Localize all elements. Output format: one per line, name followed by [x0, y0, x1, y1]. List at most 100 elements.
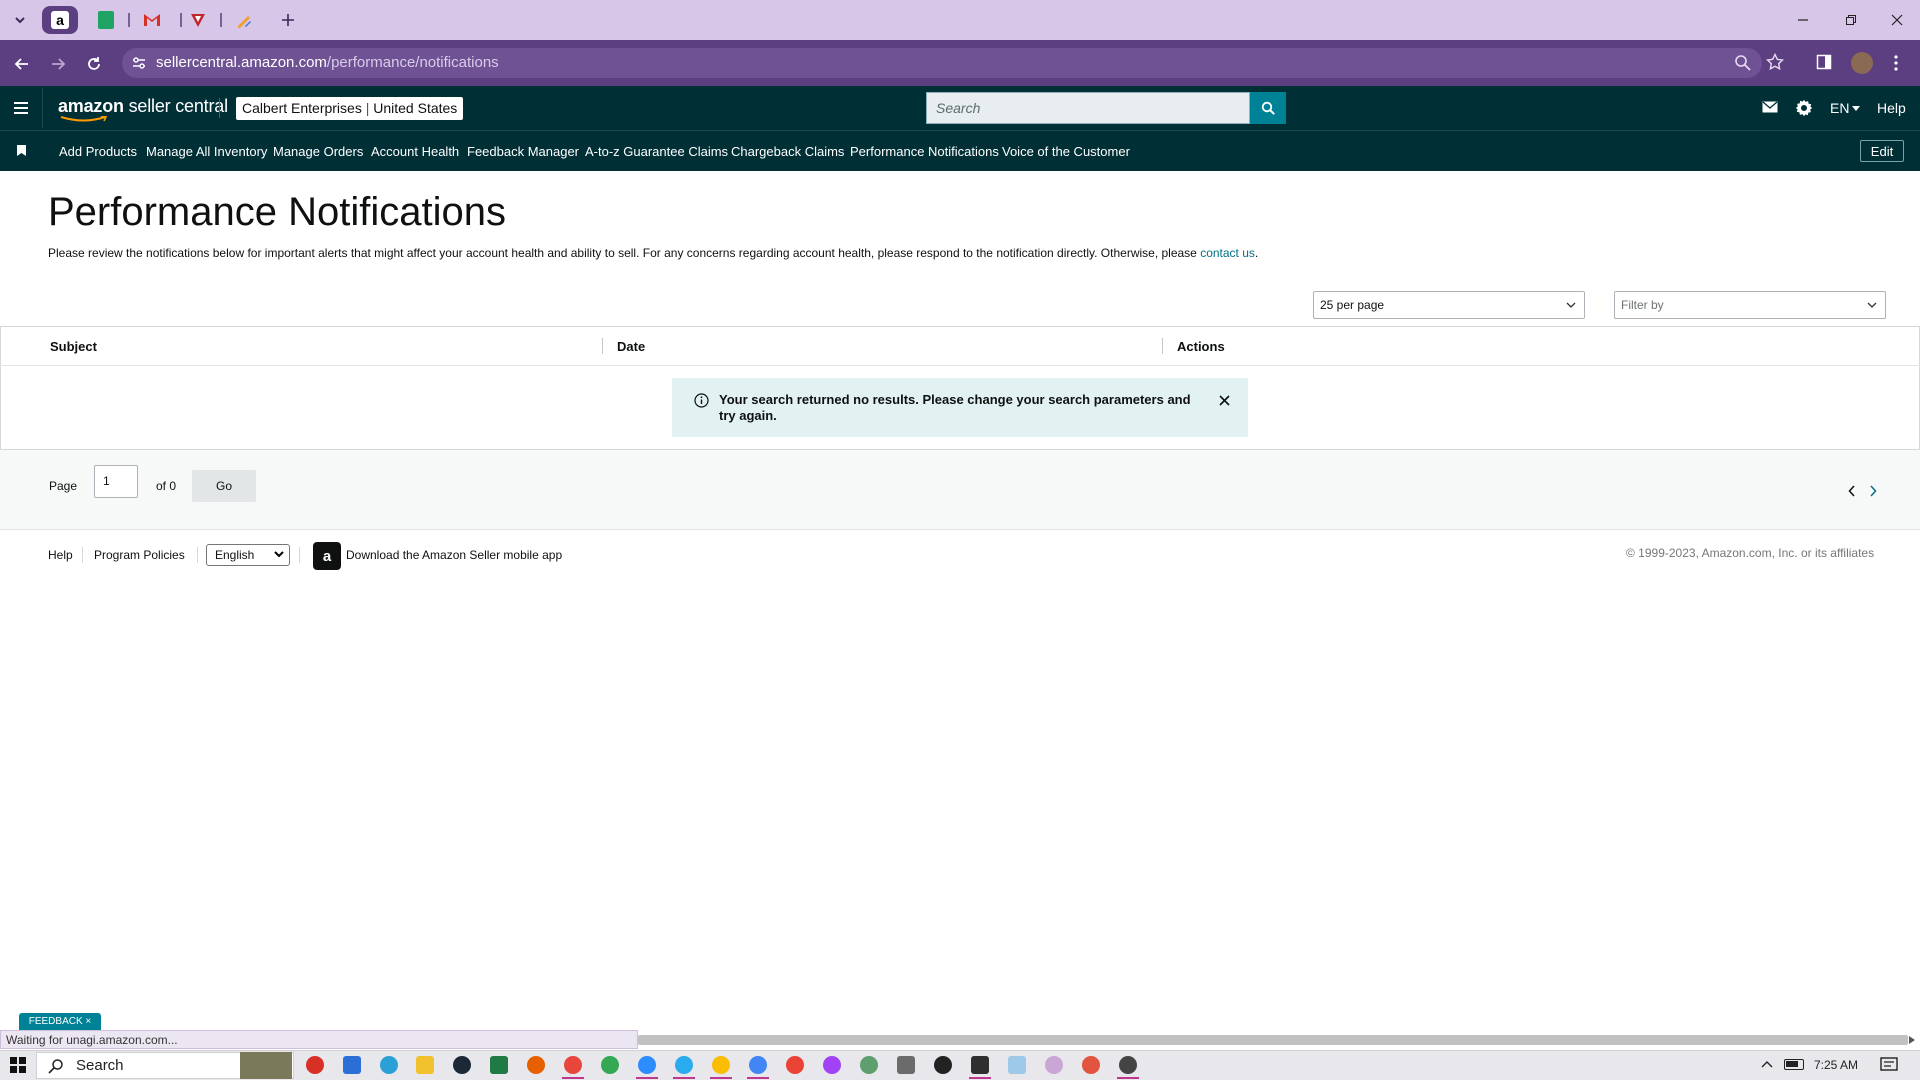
nav-manage-all-inventory[interactable]: Manage All Inventory: [146, 144, 267, 159]
browser-menu-icon[interactable]: [1893, 55, 1899, 71]
taskbar-telegram-icon[interactable]: [675, 1056, 693, 1074]
messages-icon[interactable]: [1762, 101, 1778, 113]
bookmark-star-icon[interactable]: [1766, 53, 1784, 71]
gmail-icon: [144, 14, 160, 26]
edit-nav-button[interactable]: Edit: [1860, 140, 1904, 162]
download-app-link[interactable]: Download the Amazon Seller mobile app: [346, 548, 562, 562]
taskbar-paint-icon[interactable]: [1082, 1056, 1100, 1074]
settings-gear-icon[interactable]: [1795, 99, 1813, 117]
chevron-down-icon: [1867, 302, 1877, 308]
taskbar-app-store-icon[interactable]: [343, 1056, 361, 1074]
taskbar-chrome-icon[interactable]: [786, 1056, 804, 1074]
page-number-input[interactable]: 1: [94, 465, 138, 498]
taskbar-firefox-icon[interactable]: [527, 1056, 545, 1074]
reload-button[interactable]: [83, 53, 105, 75]
previous-page-icon[interactable]: [1848, 485, 1856, 497]
column-subject[interactable]: Subject: [50, 339, 97, 354]
taskbar-calculator-icon[interactable]: [897, 1056, 915, 1074]
horizontal-scrollbar[interactable]: [638, 1035, 1908, 1045]
nav-add-products[interactable]: Add Products: [59, 144, 137, 159]
tray-chevron-up-icon[interactable]: [1761, 1060, 1773, 1068]
tab-amazon[interactable]: a: [42, 6, 78, 34]
taskbar-app-red-icon[interactable]: [306, 1056, 324, 1074]
bookmark-icon[interactable]: [17, 145, 26, 156]
notification-center-icon[interactable]: [1880, 1057, 1898, 1073]
side-panel-icon[interactable]: [1816, 54, 1832, 70]
nav-a-to-z-claims[interactable]: A-to-z Guarantee Claims: [585, 144, 728, 159]
language-menu[interactable]: EN: [1830, 100, 1849, 116]
taskbar-app-terminal-icon[interactable]: [971, 1056, 989, 1074]
close-alert-icon[interactable]: [1219, 395, 1230, 406]
footer-divider: [82, 547, 83, 563]
taskbar-chrome-icon[interactable]: [601, 1056, 619, 1074]
arrow-left-icon: [14, 58, 28, 70]
go-button[interactable]: Go: [192, 470, 256, 502]
header-search-button[interactable]: [1250, 92, 1286, 124]
taskbar-clock[interactable]: 7:25 AM: [1814, 1058, 1858, 1072]
taskbar-active-indicator: [562, 1077, 584, 1079]
nav-manage-orders[interactable]: Manage Orders: [273, 144, 363, 159]
taskbar-snipping-icon[interactable]: [1045, 1056, 1063, 1074]
nav-performance-notifications[interactable]: Performance Notifications: [850, 144, 999, 159]
header-help-link[interactable]: Help: [1877, 100, 1906, 116]
filter-by-select[interactable]: Filter by: [1614, 291, 1886, 319]
taskbar-app-dark-icon[interactable]: [934, 1056, 952, 1074]
tab-search-dropdown[interactable]: [6, 6, 34, 34]
copyright: © 1999-2023, Amazon.com, Inc. or its aff…: [1626, 546, 1875, 560]
restore-icon: [1846, 15, 1856, 25]
taskbar-chrome-icon[interactable]: [564, 1056, 582, 1074]
taskbar-chrome-icon[interactable]: [860, 1056, 878, 1074]
tab-gmail[interactable]: [134, 6, 170, 34]
profile-avatar[interactable]: [1851, 52, 1873, 74]
chevron-down-icon: [15, 17, 25, 24]
footer-help-link[interactable]: Help: [48, 548, 73, 562]
sheets-icon: [98, 11, 114, 29]
minimize-button[interactable]: [1790, 8, 1816, 32]
footer-language-select[interactable]: English: [206, 544, 290, 566]
tab-sheets[interactable]: [88, 6, 124, 34]
taskbar-chrome-icon[interactable]: [823, 1056, 841, 1074]
back-button[interactable]: [11, 53, 33, 75]
site-info-icon[interactable]: [132, 56, 146, 70]
taskbar-settings-icon[interactable]: [1119, 1056, 1137, 1074]
per-page-select[interactable]: 25 per page: [1313, 291, 1585, 319]
nav-feedback-manager[interactable]: Feedback Manager: [467, 144, 579, 159]
minimize-icon: [1798, 19, 1808, 21]
taskbar-zoom-icon[interactable]: [638, 1056, 656, 1074]
nav-account-health[interactable]: Account Health: [371, 144, 459, 159]
tab-red-app[interactable]: [180, 6, 216, 34]
taskbar-chrome-icon[interactable]: [749, 1056, 767, 1074]
taskbar-notepad-icon[interactable]: [1008, 1056, 1026, 1074]
chevron-down-icon: [1566, 302, 1576, 308]
header-divider: [42, 88, 43, 128]
new-tab-button[interactable]: [270, 6, 306, 34]
nav-chargeback-claims[interactable]: Chargeback Claims: [731, 144, 844, 159]
taskbar-file-explorer-icon[interactable]: [416, 1056, 434, 1074]
feedback-tab[interactable]: FEEDBACK ×: [19, 1013, 101, 1030]
restore-button[interactable]: [1838, 8, 1864, 32]
taskbar-steam-icon[interactable]: [453, 1056, 471, 1074]
taskbar-chrome-icon[interactable]: [712, 1056, 730, 1074]
column-date[interactable]: Date: [617, 339, 645, 354]
seller-central-logo[interactable]: amazon seller central: [58, 96, 228, 117]
scroll-right-icon[interactable]: [1908, 1036, 1916, 1044]
tab-pen-app[interactable]: [226, 6, 262, 34]
close-window-button[interactable]: [1884, 8, 1910, 32]
contact-us-link[interactable]: contact us: [1200, 246, 1255, 260]
footer-program-policies-link[interactable]: Program Policies: [94, 548, 185, 562]
header-search-placeholder: Search: [936, 100, 981, 116]
seller-app-icon[interactable]: a: [313, 542, 341, 570]
search-icon: [48, 1059, 63, 1074]
nav-voice-of-the-customer[interactable]: Voice of the Customer: [1002, 144, 1130, 159]
taskbar-edge-icon[interactable]: [380, 1056, 398, 1074]
hamburger-menu-icon[interactable]: [13, 101, 29, 115]
account-switcher[interactable]: Calbert Enterprises | United States: [236, 97, 464, 120]
windows-start-icon[interactable]: [10, 1057, 26, 1073]
next-page-icon[interactable]: [1869, 485, 1877, 497]
battery-icon[interactable]: [1784, 1059, 1804, 1070]
page-title: Performance Notifications: [48, 190, 506, 234]
reload-icon: [88, 57, 100, 70]
taskbar-excel-icon[interactable]: [490, 1056, 508, 1074]
forward-button[interactable]: [47, 53, 69, 75]
zoom-icon[interactable]: [1734, 54, 1752, 72]
